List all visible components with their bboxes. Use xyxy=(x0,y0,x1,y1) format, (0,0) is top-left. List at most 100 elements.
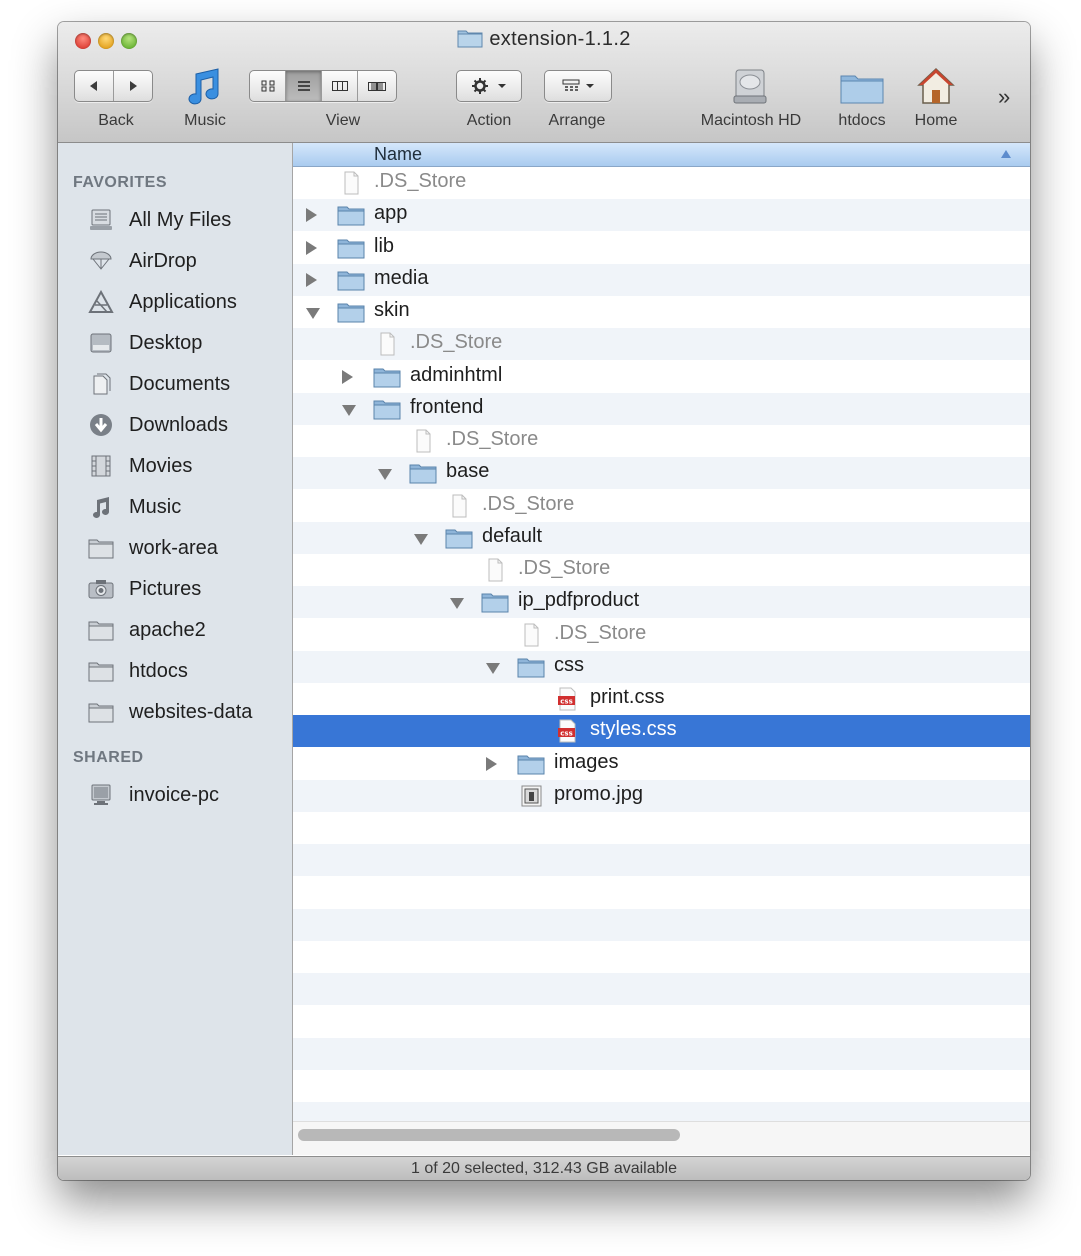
empty-row xyxy=(293,844,1030,877)
disclosure-expanded-icon[interactable] xyxy=(414,533,428,545)
hard-drive-icon xyxy=(733,69,767,104)
arrange-menu[interactable] xyxy=(544,70,612,102)
sidebar-item-work-area[interactable]: work-area xyxy=(88,532,218,564)
file-name: skin xyxy=(374,299,410,321)
file-row[interactable]: ip_pdfproduct xyxy=(293,586,1030,619)
file-row[interactable]: .DS_Store xyxy=(293,490,1030,522)
file-row[interactable]: promo.jpg xyxy=(293,779,1030,812)
folder-icon xyxy=(517,655,545,679)
window-title: extension-1.1.2 xyxy=(58,28,1030,54)
file-row[interactable]: base xyxy=(293,457,1030,490)
file-row[interactable]: media xyxy=(293,263,1030,296)
empty-row xyxy=(293,877,1030,909)
file-name: adminhtml xyxy=(410,363,503,386)
folder-icon xyxy=(88,617,114,643)
sidebar-item-movies[interactable]: Movies xyxy=(88,450,192,482)
applications-icon xyxy=(88,289,114,315)
horizontal-scrollbar[interactable] xyxy=(293,1121,1030,1155)
disclosure-expanded-icon[interactable] xyxy=(306,308,320,319)
sidebar-item-label: work-area xyxy=(129,536,218,559)
file-row[interactable]: lib xyxy=(293,232,1030,264)
disclosure-collapsed-icon[interactable] xyxy=(342,369,353,384)
htdocs-toolbar-button[interactable] xyxy=(839,70,885,111)
file-name: ip_pdfproduct xyxy=(518,589,640,612)
css-file-icon: css xyxy=(553,687,581,711)
sidebar-item-htdocs[interactable]: htdocs xyxy=(88,655,188,687)
disclosure-expanded-icon[interactable] xyxy=(486,662,500,674)
empty-row xyxy=(293,812,1030,844)
document-icon xyxy=(337,171,365,195)
music-toolbar-button[interactable] xyxy=(186,66,224,111)
documents-icon xyxy=(88,371,114,397)
file-name: .DS_Store xyxy=(374,170,467,192)
file-row[interactable]: css xyxy=(293,650,1030,683)
music-note-icon xyxy=(188,68,219,105)
back-button[interactable] xyxy=(75,71,114,101)
home-icon xyxy=(917,67,955,104)
sidebar-item-airdrop[interactable]: AirDrop xyxy=(88,245,197,277)
file-row[interactable]: .DS_Store xyxy=(293,619,1030,651)
file-row[interactable]: .DS_Store xyxy=(293,425,1030,457)
action-menu[interactable] xyxy=(456,70,522,102)
home-toolbar-button[interactable] xyxy=(917,66,955,111)
selected-file-row[interactable]: css styles.css xyxy=(293,715,1030,748)
sidebar-item-pictures[interactable]: Pictures xyxy=(88,573,201,605)
sidebar-item-documents[interactable]: Documents xyxy=(88,368,230,400)
sidebar-item-label: websites-data xyxy=(129,700,253,723)
sidebar-item-label: apache2 xyxy=(129,618,206,641)
chevron-down-icon xyxy=(586,84,594,88)
file-row[interactable]: adminhtml xyxy=(293,361,1030,393)
folder-icon xyxy=(337,236,365,260)
file-name: .DS_Store xyxy=(554,621,647,644)
name-column-label: Name xyxy=(374,144,423,164)
file-row[interactable]: .DS_Store xyxy=(293,554,1030,586)
svg-text:css: css xyxy=(560,730,572,738)
scrollbar-thumb[interactable] xyxy=(298,1129,680,1141)
macintosh-hd-toolbar-button[interactable] xyxy=(730,66,770,111)
disclosure-collapsed-icon[interactable] xyxy=(486,756,497,771)
folder-icon xyxy=(337,300,365,324)
file-row[interactable]: app xyxy=(293,199,1030,232)
column-view-button[interactable] xyxy=(322,71,358,101)
back-arrow-icon xyxy=(90,81,97,91)
file-row[interactable]: images xyxy=(293,748,1030,780)
forward-button[interactable] xyxy=(114,71,152,101)
chevron-down-icon xyxy=(498,84,506,88)
coverflow-view-button[interactable] xyxy=(358,71,396,101)
file-name: styles.css xyxy=(590,718,677,741)
file-name: default xyxy=(482,524,543,547)
file-name: .DS_Store xyxy=(446,428,539,450)
empty-row xyxy=(293,973,1030,1006)
file-row[interactable]: .DS_Store xyxy=(293,167,1030,199)
sidebar-item-applications[interactable]: Applications xyxy=(88,286,237,318)
disclosure-expanded-icon[interactable] xyxy=(342,404,356,416)
file-row[interactable]: frontend xyxy=(293,392,1030,425)
icon-view-button[interactable] xyxy=(250,71,286,101)
image-file-icon xyxy=(517,784,545,808)
sidebar-item-websites-data[interactable]: websites-data xyxy=(88,696,252,728)
disclosure-collapsed-icon[interactable] xyxy=(306,208,317,223)
sidebar-item-all-my-files[interactable]: All My Files xyxy=(88,204,231,236)
disclosure-expanded-icon[interactable] xyxy=(450,598,464,610)
file-name: .DS_Store xyxy=(518,557,611,579)
sidebar-item-music[interactable]: Music xyxy=(88,491,181,523)
disclosure-expanded-icon[interactable] xyxy=(378,469,392,481)
svg-text:css: css xyxy=(560,698,572,706)
sidebar-item-label: htdocs xyxy=(129,659,188,682)
file-row[interactable]: css print.css xyxy=(293,683,1030,715)
disclosure-collapsed-icon[interactable] xyxy=(306,240,317,255)
sidebar-item-apache2[interactable]: apache2 xyxy=(88,614,206,646)
sidebar-item-desktop[interactable]: Desktop xyxy=(88,327,202,359)
toolbar-overflow-button[interactable]: » xyxy=(998,84,1010,110)
file-row[interactable]: .DS_Store xyxy=(293,328,1030,361)
name-column-header[interactable]: Name xyxy=(293,143,1030,167)
file-row[interactable]: skin xyxy=(293,296,1030,328)
list-view-button[interactable] xyxy=(286,71,322,101)
sidebar-item-label: Music xyxy=(129,495,182,518)
disclosure-collapsed-icon[interactable] xyxy=(306,272,317,287)
sidebar-item-invoice-pc[interactable]: invoice-pc xyxy=(88,779,219,811)
folder-icon xyxy=(445,526,473,550)
sidebar-item-downloads[interactable]: Downloads xyxy=(88,409,228,441)
file-row[interactable]: default xyxy=(293,521,1030,554)
action-label: Action xyxy=(466,112,512,129)
